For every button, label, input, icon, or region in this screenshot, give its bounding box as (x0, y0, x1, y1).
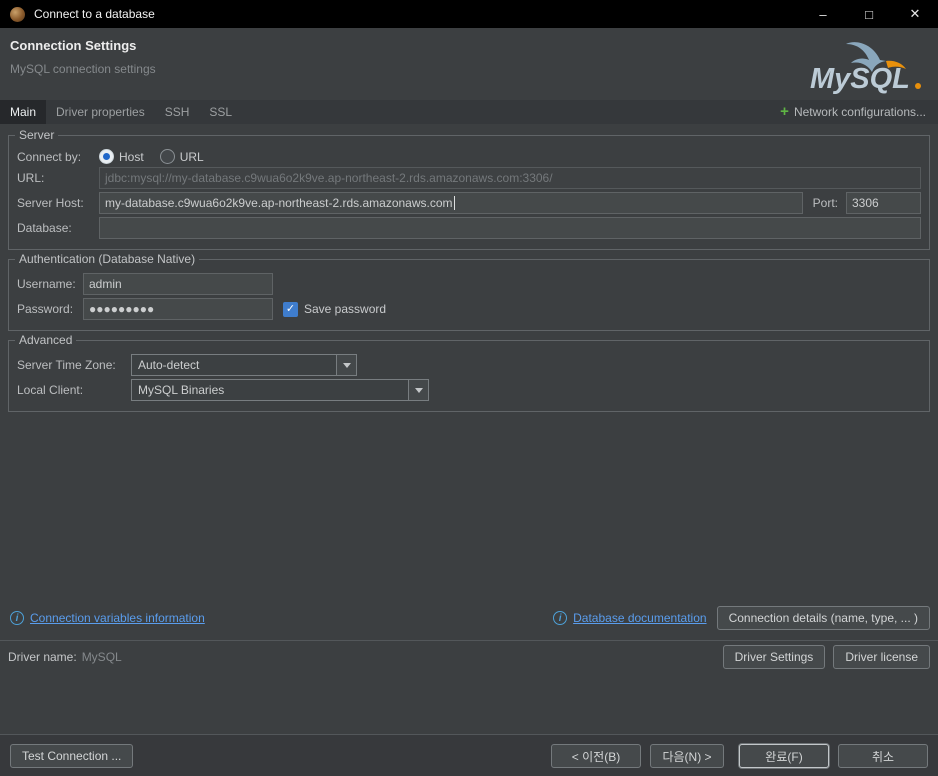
spacer (0, 672, 938, 734)
network-configurations-label: Network configurations... (793, 105, 926, 119)
bottom-button-bar: Test Connection ... < 이전(B) 다음(N) > 완료(F… (0, 734, 938, 776)
url-radio-icon (159, 149, 175, 164)
info-icon: i (10, 611, 24, 625)
server-host-row: Server Host: my-database.c9wua6o2k9ve.ap… (17, 192, 921, 214)
server-time-zone-label: Server Time Zone: (17, 358, 116, 372)
database-input[interactable] (99, 217, 921, 239)
tab-ssh[interactable]: SSH (155, 100, 200, 124)
database-documentation-link[interactable]: i Database documentation (553, 611, 707, 625)
save-password-label: Save password (304, 302, 387, 316)
server-time-zone-select[interactable]: Auto-detect (131, 354, 357, 376)
host-radio[interactable]: Host (99, 149, 144, 164)
info-icon: i (553, 611, 568, 625)
local-client-label: Local Client: (17, 383, 84, 397)
tabbar: Main Driver properties SSH SSL + Network… (0, 100, 938, 124)
local-client-value: MySQL Binaries (138, 383, 225, 397)
text-caret (453, 196, 455, 210)
server-time-zone-value: Auto-detect (138, 358, 200, 372)
username-label: Username: (17, 277, 76, 291)
authentication-group: Authentication (Database Native) Usernam… (8, 252, 930, 331)
server-host-input[interactable]: my-database.c9wua6o2k9ve.ap-northeast-2.… (99, 192, 803, 214)
server-group-legend: Server (15, 128, 59, 143)
url-label: URL: (17, 171, 45, 185)
tab-main[interactable]: Main (0, 100, 47, 124)
header-text: Connection Settings MySQL connection set… (10, 36, 156, 100)
minimize-icon[interactable]: – (800, 0, 846, 28)
maximize-icon[interactable]: □ (846, 0, 892, 28)
page-title: Connection Settings (10, 38, 137, 53)
chevron-down-icon (408, 380, 428, 400)
advanced-group: Advanced Server Time Zone: Auto-detect L… (8, 333, 930, 412)
url-radio[interactable]: URL (159, 149, 204, 164)
cancel-button[interactable]: 취소 (838, 743, 928, 768)
save-password-checkbox[interactable]: ✓ Save password (283, 301, 387, 317)
url-row: URL: jdbc:mysql://my-database.c9wua6o2k9… (17, 167, 921, 189)
window-title: Connect to a database (34, 7, 155, 21)
connection-variables-link-text: Connection variables information (30, 611, 205, 625)
driver-name-label: Driver name: (8, 649, 77, 664)
checkbox-check-icon: ✓ (283, 301, 298, 317)
url-input[interactable]: jdbc:mysql://my-database.c9wua6o2k9ve.ap… (99, 167, 921, 189)
timezone-row: Server Time Zone: Auto-detect (17, 354, 921, 376)
server-host-value: my-database.c9wua6o2k9ve.ap-northeast-2.… (105, 196, 453, 210)
password-input[interactable]: ●●●●●●●●● (83, 298, 273, 320)
local-client-row: Local Client: MySQL Binaries (17, 379, 921, 401)
driver-name-value: MySQL (81, 649, 122, 664)
advanced-group-legend: Advanced (15, 333, 77, 348)
local-client-select[interactable]: MySQL Binaries (131, 379, 429, 401)
username-input[interactable]: admin (83, 273, 273, 295)
url-radio-label: URL (179, 149, 204, 164)
password-row: Password: ●●●●●●●●● ✓ Save password (17, 298, 921, 320)
server-group: Server Connect by: Host URL URL: jdbc:my… (8, 128, 930, 250)
dbeaver-app-icon (10, 6, 25, 22)
window-controls: – □ ✕ (800, 0, 938, 28)
finish-button[interactable]: 완료(F) (739, 743, 829, 768)
mysql-logo-text: MySQL (810, 63, 910, 95)
chevron-down-icon (336, 355, 356, 375)
close-icon[interactable]: ✕ (892, 0, 938, 28)
footer-links-row: i Connection variables information i Dat… (8, 600, 930, 640)
database-documentation-link-text: Database documentation (573, 611, 707, 625)
footer-links-right: i Database documentation Connection deta… (553, 606, 930, 630)
plus-icon: + (780, 103, 789, 120)
connection-details-button[interactable]: Connection details (name, type, ... ) (716, 606, 930, 630)
titlebar[interactable]: Connect to a database – □ ✕ (0, 0, 938, 28)
network-configurations-link[interactable]: + Network configurations... (780, 100, 938, 124)
dialog-header: Connection Settings MySQL connection set… (0, 28, 938, 100)
tab-ssl[interactable]: SSL (199, 100, 242, 124)
tab-driver-properties[interactable]: Driver properties (46, 100, 155, 124)
connection-variables-link[interactable]: i Connection variables information (10, 611, 205, 625)
mysql-logo: MySQL (810, 36, 926, 100)
port-input[interactable]: 3306 (846, 192, 921, 214)
wizard-buttons: < 이전(B) 다음(N) > 완료(F) 취소 (551, 743, 928, 768)
port-label: Port: (812, 196, 838, 210)
driver-row: Driver name: MySQL Driver Settings Drive… (0, 640, 938, 672)
connect-by-row: Connect by: Host URL (17, 149, 921, 164)
host-radio-label: Host (119, 149, 144, 164)
server-host-label: Server Host: (17, 196, 84, 210)
driver-license-button[interactable]: Driver license (833, 644, 930, 669)
main-content: Server Connect by: Host URL URL: jdbc:my… (0, 124, 938, 640)
host-radio-icon (99, 149, 114, 164)
driver-settings-button[interactable]: Driver Settings (722, 644, 826, 669)
driver-buttons: Driver Settings Driver license (722, 644, 930, 669)
connect-by-label: Connect by: (17, 149, 82, 164)
back-button[interactable]: < 이전(B) (551, 743, 641, 768)
database-row: Database: (17, 217, 921, 239)
database-label: Database: (17, 221, 72, 235)
page-subtitle: MySQL connection settings (10, 62, 156, 76)
username-row: Username: admin (17, 273, 921, 295)
next-button[interactable]: 다음(N) > (650, 743, 724, 768)
password-label: Password: (17, 302, 74, 316)
test-connection-button[interactable]: Test Connection ... (10, 743, 134, 768)
connect-database-dialog: Connect to a database – □ ✕ Connection S… (0, 0, 938, 776)
authentication-group-legend: Authentication (Database Native) (15, 252, 200, 267)
